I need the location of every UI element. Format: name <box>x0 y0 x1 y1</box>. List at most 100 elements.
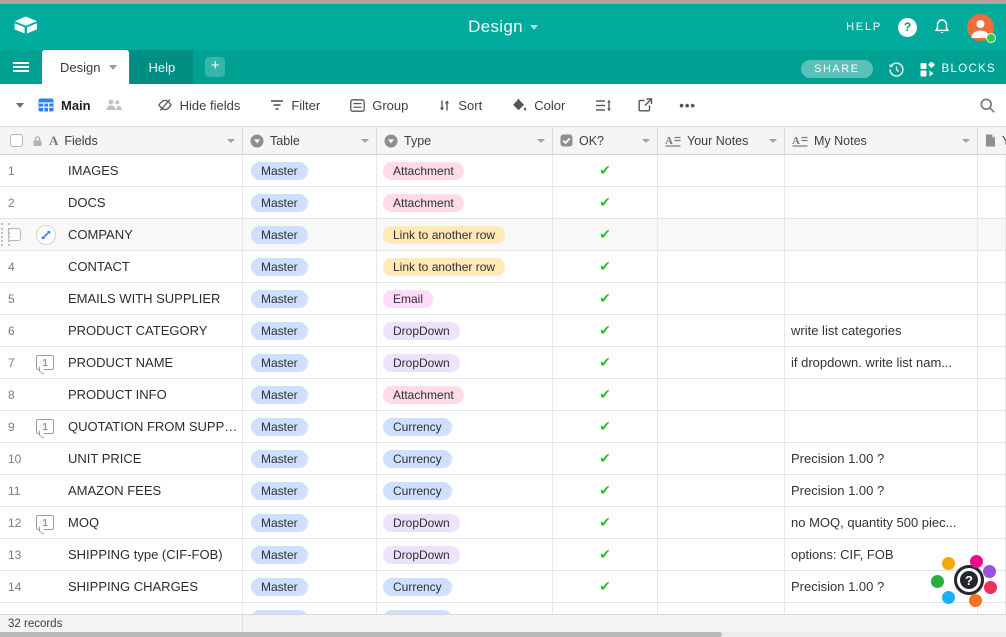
truncated-cell[interactable] <box>978 187 1006 218</box>
add-table-button[interactable]: + <box>205 57 225 77</box>
ok-cell[interactable]: ✔ <box>553 155 658 186</box>
table-cell[interactable]: Master <box>243 539 377 570</box>
my-notes-cell[interactable] <box>785 379 978 410</box>
ok-cell[interactable]: ✔ <box>553 571 658 602</box>
my-notes-cell[interactable] <box>785 283 978 314</box>
table-cell[interactable]: Master <box>243 315 377 346</box>
table-cell[interactable]: Master <box>243 251 377 282</box>
field-name-cell[interactable]: 13 SHIPPING type (CIF-FOB) <box>0 539 243 570</box>
your-notes-cell[interactable] <box>658 187 785 218</box>
table-row[interactable]: 12 1 MOQ Master DropDown ✔ no MOQ, quant… <box>0 507 1006 539</box>
column-header-table[interactable]: Table <box>243 127 377 154</box>
your-notes-cell[interactable] <box>658 539 785 570</box>
type-cell[interactable]: DropDown <box>377 539 553 570</box>
tab-caret-icon[interactable] <box>109 65 117 70</box>
hide-fields-button[interactable]: Hide fields <box>157 98 241 113</box>
table-cell[interactable]: Master <box>243 475 377 506</box>
column-menu-caret-icon[interactable] <box>769 139 777 143</box>
my-notes-cell[interactable]: no MOQ, quantity 500 piec... <box>785 507 978 538</box>
table-row[interactable]: 10 UNIT PRICE Master Currency ✔ Precisio… <box>0 443 1006 475</box>
my-notes-cell[interactable] <box>785 251 978 282</box>
type-cell[interactable]: DropDown <box>377 347 553 378</box>
type-cell[interactable]: Attachment <box>377 187 553 218</box>
scrollbar-thumb[interactable] <box>0 632 722 637</box>
table-cell[interactable]: Master <box>243 603 377 614</box>
field-name-cell[interactable]: 8 PRODUCT INFO <box>0 379 243 410</box>
ok-cell[interactable]: ✔ <box>553 411 658 442</box>
type-cell[interactable]: DropDown <box>377 507 553 538</box>
table-cell[interactable]: Master <box>243 571 377 602</box>
field-name-cell[interactable]: 2 DOCS <box>0 187 243 218</box>
view-collaborators-icon[interactable] <box>105 98 123 112</box>
expand-record-icon[interactable] <box>36 225 56 245</box>
ok-cell[interactable]: ✔ <box>553 507 658 538</box>
ok-cell[interactable]: ✔ <box>553 283 658 314</box>
table-cell[interactable]: Master <box>243 283 377 314</box>
my-notes-cell[interactable] <box>785 187 978 218</box>
field-name-cell[interactable]: 14 SHIPPING CHARGES <box>0 571 243 602</box>
type-cell[interactable]: Attachment <box>377 379 553 410</box>
your-notes-cell[interactable] <box>658 571 785 602</box>
table-row[interactable]: 2 DOCS Master Attachment ✔ <box>0 187 1006 219</box>
help-widget[interactable]: ? <box>932 545 1002 615</box>
table-row[interactable]: 14 SHIPPING CHARGES Master Currency ✔ Pr… <box>0 571 1006 603</box>
field-name-cell[interactable]: 4 CONTACT <box>0 251 243 282</box>
comment-count-badge[interactable]: 1 <box>36 515 54 530</box>
truncated-cell[interactable] <box>978 219 1006 250</box>
truncated-cell[interactable] <box>978 475 1006 506</box>
table-cell[interactable]: Master <box>243 443 377 474</box>
table-cell[interactable]: Master <box>243 219 377 250</box>
row-checkbox[interactable] <box>8 228 21 241</box>
tab-help[interactable]: Help <box>130 50 193 84</box>
truncated-cell[interactable] <box>978 411 1006 442</box>
sort-button[interactable]: Sort <box>438 98 482 113</box>
column-header-my-notes[interactable]: A My Notes <box>785 127 978 154</box>
table-row[interactable]: 9 1 QUOTATION FROM SUPPLI... Master Curr… <box>0 411 1006 443</box>
select-all-checkbox[interactable] <box>10 134 23 147</box>
type-cell[interactable]: Link to another row <box>377 219 553 250</box>
column-menu-caret-icon[interactable] <box>537 139 545 143</box>
column-menu-caret-icon[interactable] <box>361 139 369 143</box>
column-menu-caret-icon[interactable] <box>962 139 970 143</box>
comment-count-badge[interactable]: 1 <box>36 355 54 370</box>
revision-history-icon[interactable] <box>888 61 905 78</box>
search-icon[interactable] <box>979 97 996 114</box>
your-notes-cell[interactable] <box>658 283 785 314</box>
type-cell[interactable]: Currency <box>377 411 553 442</box>
column-header-truncated[interactable]: Yo <box>978 127 1006 154</box>
truncated-cell[interactable] <box>978 251 1006 282</box>
blocks-button[interactable]: BLOCKS <box>920 62 996 77</box>
color-button[interactable]: Color <box>512 98 565 113</box>
table-cell[interactable]: Master <box>243 507 377 538</box>
field-name-cell[interactable]: 10 UNIT PRICE <box>0 443 243 474</box>
your-notes-cell[interactable] <box>658 379 785 410</box>
field-name-cell[interactable]: 5 EMAILS WITH SUPPLIER <box>0 283 243 314</box>
type-cell[interactable]: Attachment <box>377 155 553 186</box>
field-name-cell[interactable]: 6 PRODUCT CATEGORY <box>0 315 243 346</box>
table-row[interactable]: 6 PRODUCT CATEGORY Master DropDown ✔ wri… <box>0 315 1006 347</box>
type-cell[interactable]: Currency <box>377 571 553 602</box>
type-cell[interactable]: Currency <box>377 603 553 614</box>
my-notes-cell[interactable] <box>785 411 978 442</box>
column-header-type[interactable]: Type <box>377 127 553 154</box>
filter-button[interactable]: Filter <box>270 98 320 113</box>
ok-cell[interactable]: ✔ <box>553 539 658 570</box>
table-cell[interactable]: Master <box>243 155 377 186</box>
view-sidebar-caret-icon[interactable] <box>16 103 24 108</box>
truncated-cell[interactable] <box>978 315 1006 346</box>
ok-cell[interactable]: ✔ <box>553 475 658 506</box>
my-notes-cell[interactable] <box>785 219 978 250</box>
ok-cell[interactable]: ✔ <box>553 251 658 282</box>
your-notes-cell[interactable] <box>658 443 785 474</box>
ok-cell[interactable]: ✔ <box>553 347 658 378</box>
truncated-cell[interactable] <box>978 379 1006 410</box>
tab-design[interactable]: Design <box>42 50 129 84</box>
my-notes-cell[interactable]: if dropdown. write list nam... <box>785 347 978 378</box>
table-row[interactable]: Master Currency ✔ <box>0 603 1006 614</box>
base-title[interactable]: Design <box>468 17 538 37</box>
field-name-cell[interactable]: COMPANY <box>0 219 243 250</box>
type-cell[interactable]: Email <box>377 283 553 314</box>
app-logo-icon[interactable] <box>12 14 42 40</box>
table-row[interactable]: 13 SHIPPING type (CIF-FOB) Master DropDo… <box>0 539 1006 571</box>
ok-cell[interactable]: ✔ <box>553 187 658 218</box>
